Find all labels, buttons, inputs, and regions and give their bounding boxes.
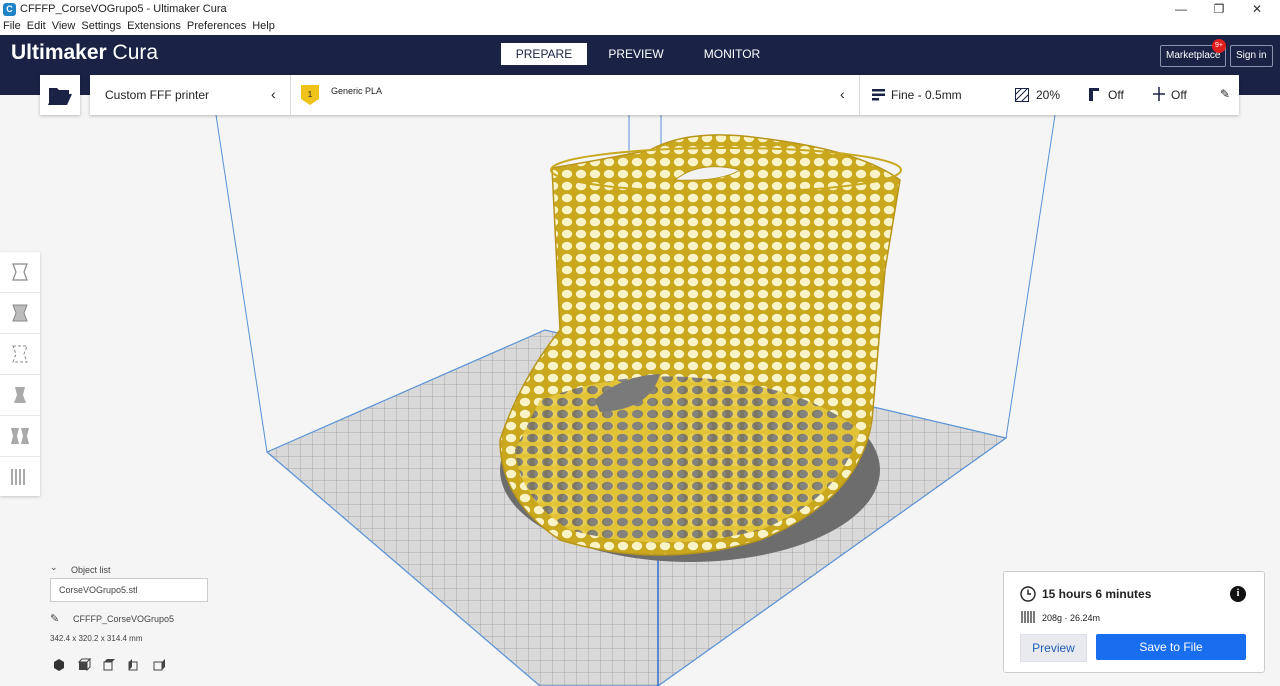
- support-icon: [1089, 88, 1099, 101]
- material-selector[interactable]: Generic PLA: [331, 86, 382, 96]
- per-model-settings-icon: [11, 428, 29, 444]
- preview-button[interactable]: Preview: [1020, 634, 1087, 662]
- clock-icon: [1020, 586, 1036, 602]
- print-info-panel: 15 hours 6 minutes i 208g · 26.24m Previ…: [1003, 571, 1265, 673]
- sign-in-button[interactable]: Sign in: [1230, 45, 1273, 67]
- support-blocker-button[interactable]: [0, 457, 40, 497]
- support-value[interactable]: Off: [1108, 88, 1124, 102]
- edit-pencil-icon[interactable]: ✎: [1220, 87, 1230, 101]
- scale-tool-icon: [12, 304, 28, 322]
- chevron-left-icon[interactable]: ‹: [271, 86, 276, 102]
- print-setup-toolbar: Custom FFF printer ‹ 1 Generic PLA ‹ Fin…: [90, 75, 1239, 115]
- menu-settings[interactable]: Settings: [78, 19, 124, 32]
- infill-icon: [1015, 88, 1029, 102]
- tab-prepare[interactable]: PREPARE: [501, 43, 587, 65]
- brand-logo: Ultimaker Cura: [11, 41, 159, 64]
- menu-preferences[interactable]: Preferences: [184, 19, 249, 32]
- job-name-pencil-icon[interactable]: ✎: [50, 612, 59, 625]
- tool-panel: [0, 252, 40, 496]
- close-button[interactable]: ✕: [1240, 0, 1274, 19]
- mirror-tool-icon: [14, 387, 26, 403]
- open-file-button[interactable]: [40, 75, 80, 115]
- material-usage: 208g · 26.24m: [1042, 613, 1101, 623]
- per-model-settings-button[interactable]: [0, 416, 40, 457]
- top-view-icon[interactable]: [103, 659, 115, 671]
- chevron-left-icon[interactable]: ‹: [840, 86, 845, 102]
- extruder-icon: 1: [301, 85, 319, 105]
- left-view-icon[interactable]: [128, 659, 138, 671]
- infill-value[interactable]: 20%: [1036, 88, 1060, 102]
- profile-selector[interactable]: Fine - 0.5mm: [891, 88, 962, 102]
- rotate-tool-button[interactable]: [0, 334, 40, 375]
- object-list-header[interactable]: Object list: [71, 565, 111, 575]
- object-list-item[interactable]: CorseVOGrupo5.stl: [50, 578, 208, 602]
- save-to-file-button[interactable]: Save to File: [1096, 634, 1246, 660]
- menu-bar: File Edit View Settings Extensions Preference…: [0, 19, 1280, 35]
- folder-icon: [48, 88, 72, 105]
- scale-tool-button[interactable]: [0, 293, 40, 334]
- adhesion-value[interactable]: Off: [1171, 88, 1187, 102]
- menu-help[interactable]: Help: [249, 19, 278, 32]
- move-tool-button[interactable]: [0, 252, 40, 293]
- print-time: 15 hours 6 minutes: [1042, 587, 1152, 601]
- window-titlebar: C CFFFP_CorseVOGrupo5 - Ultimaker Cura —…: [0, 0, 1280, 19]
- info-icon[interactable]: i: [1230, 586, 1246, 602]
- job-name[interactable]: CFFFP_CorseVOGrupo5: [73, 614, 174, 624]
- chevron-down-icon[interactable]: ⌄: [50, 562, 58, 573]
- support-blocker-icon: [11, 469, 25, 485]
- tab-preview[interactable]: PREVIEW: [596, 43, 676, 65]
- model-dimensions: 342.4 x 320.2 x 314.4 mm: [50, 634, 143, 643]
- minimize-button[interactable]: —: [1164, 0, 1198, 19]
- window-title: CFFFP_CorseVOGrupo5 - Ultimaker Cura: [20, 3, 227, 15]
- menu-file[interactable]: File: [0, 19, 24, 32]
- spool-icon: [1021, 611, 1035, 623]
- profile-icon: [872, 89, 885, 101]
- printer-selector[interactable]: Custom FFF printer: [105, 88, 209, 102]
- svg-text:1: 1: [308, 90, 313, 99]
- tab-monitor[interactable]: MONITOR: [692, 43, 772, 65]
- camera-view-buttons: [54, 658, 165, 672]
- move-tool-icon: [12, 263, 28, 281]
- rotate-tool-icon: [12, 345, 28, 363]
- menu-extensions[interactable]: Extensions: [124, 19, 184, 32]
- adhesion-icon: [1153, 87, 1165, 101]
- front-view-icon[interactable]: [77, 658, 92, 672]
- menu-view[interactable]: View: [49, 19, 79, 32]
- mirror-tool-button[interactable]: [0, 375, 40, 416]
- marketplace-badge: 9+: [1212, 39, 1226, 53]
- 3d-view-icon[interactable]: [54, 659, 64, 671]
- menu-edit[interactable]: Edit: [24, 19, 49, 32]
- cura-app-icon: C: [3, 3, 16, 16]
- restore-button[interactable]: ❐: [1202, 0, 1236, 19]
- right-view-icon[interactable]: [153, 659, 165, 671]
